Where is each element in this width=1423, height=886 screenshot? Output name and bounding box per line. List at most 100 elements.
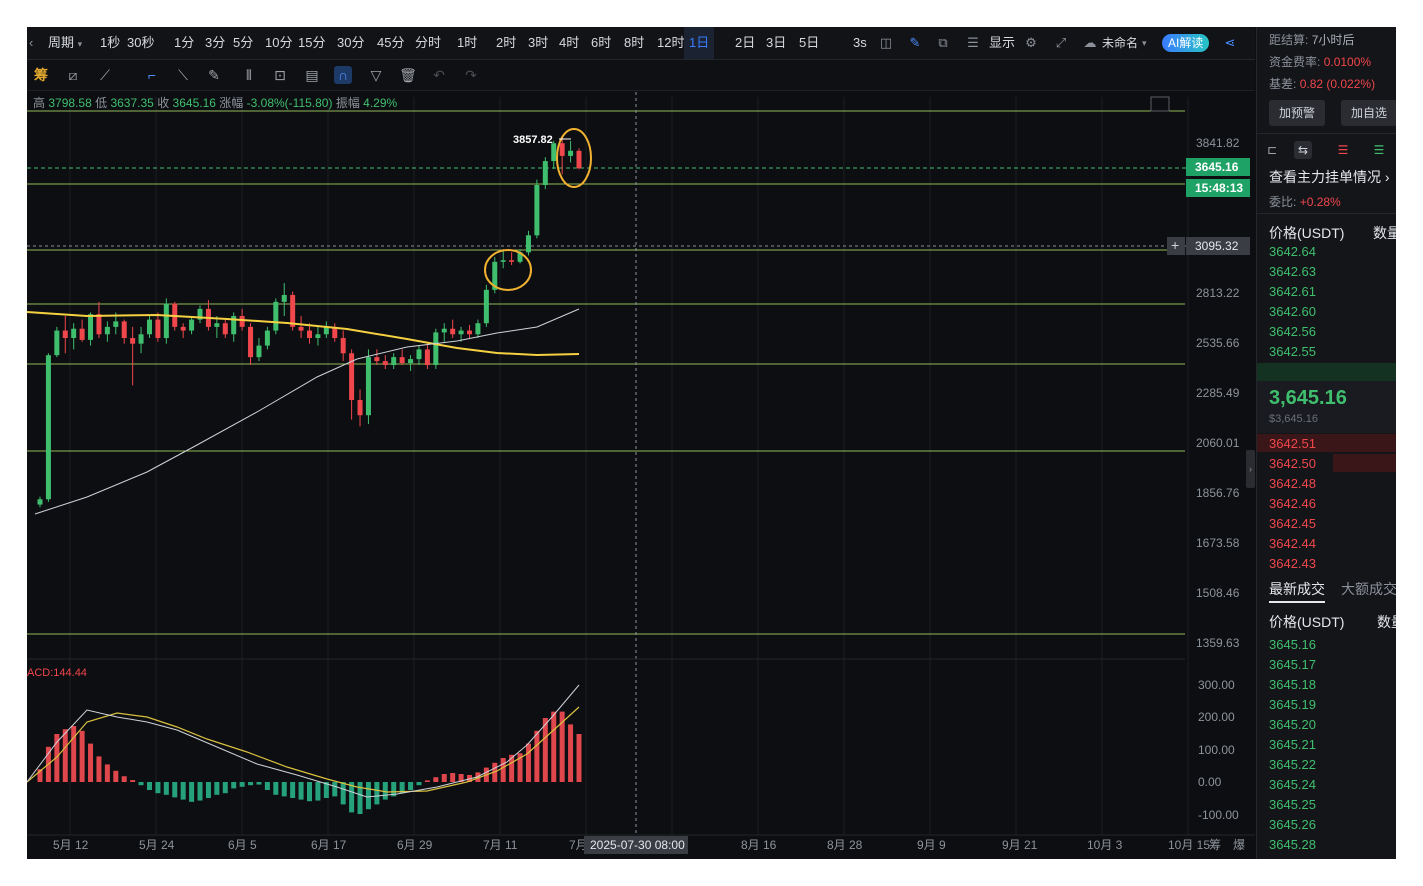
candle-body <box>559 143 565 156</box>
add-watchlist-button[interactable]: 加自选 <box>1341 100 1396 126</box>
candle-body <box>340 338 346 354</box>
orderbook-split-icon[interactable]: ⇆ <box>1294 141 1312 159</box>
depth-bar <box>1257 363 1396 381</box>
macd-bar <box>256 782 262 785</box>
macd-bar <box>172 782 178 798</box>
macd-bar <box>71 726 77 782</box>
high-label: 高 <box>33 96 46 110</box>
candle-body <box>239 316 245 327</box>
time-tick: 6月 5 <box>228 838 257 852</box>
ask-price[interactable]: 3642.48 <box>1269 476 1316 491</box>
macd-bar <box>163 782 169 795</box>
candle-body <box>189 319 195 331</box>
macd-bar <box>281 782 287 797</box>
price-tick: 3841.82 <box>1196 136 1240 150</box>
ma-white-line <box>34 308 580 515</box>
change-label: 涨幅 <box>219 96 244 110</box>
macd-bar <box>433 777 439 782</box>
last-price: 3,645.16 <box>1269 387 1347 409</box>
macd-bar <box>576 734 582 782</box>
countdown-value: 15:48:13 <box>1195 181 1243 195</box>
time-tick: 5月 24 <box>139 838 175 852</box>
price-chart[interactable]: 3857.82 3841.82 2813.22 2535.66 2285.49 2060.… <box>27 27 1255 859</box>
time-tick: 7月 11 <box>483 838 518 852</box>
candle-body <box>214 323 220 327</box>
change-value: -3.08%(-115.80) <box>246 96 333 110</box>
big-trades-tab[interactable]: 大额成交 <box>1341 579 1396 599</box>
time-tick: 9月 21 <box>1002 838 1038 852</box>
macd-bar <box>500 758 506 782</box>
crosshair-price-value: 3095.32 <box>1195 239 1239 253</box>
orderbook-qty-header: 数量 <box>1373 225 1396 241</box>
tab-indicator <box>1269 601 1325 603</box>
candle-body <box>542 161 548 186</box>
orderbook-asks-icon[interactable]: ☰ <box>1334 141 1352 159</box>
ask-price[interactable]: 3642.43 <box>1269 556 1316 571</box>
macd-bar <box>551 711 557 782</box>
bid-price[interactable]: 3642.56 <box>1269 324 1316 339</box>
candle-body <box>374 357 380 362</box>
bid-price[interactable]: 3642.61 <box>1269 284 1316 299</box>
bid-price[interactable]: 3642.60 <box>1269 304 1316 319</box>
candle-body <box>222 323 228 335</box>
latest-trades-tab[interactable]: 最新成交 <box>1269 579 1325 599</box>
candle-body <box>365 357 371 416</box>
fullscreen-chart-icon <box>1150 96 1170 112</box>
price-tick: 2285.49 <box>1196 386 1240 400</box>
price-tick: 1508.46 <box>1196 586 1240 600</box>
candle-body <box>130 338 136 344</box>
add-alert-button[interactable]: 加预警 <box>1269 100 1325 126</box>
macd-bar <box>568 724 574 782</box>
macd-bar <box>214 782 220 795</box>
candle-body <box>248 326 254 358</box>
ask-price[interactable]: 3642.46 <box>1269 496 1316 511</box>
macd-bar <box>138 782 144 786</box>
candle-body <box>104 326 110 335</box>
orderbook-bids-icon[interactable]: ☰ <box>1370 141 1388 159</box>
ask-price[interactable]: 3642.44 <box>1269 536 1316 551</box>
settle-value: 7小时后 <box>1311 33 1355 47</box>
candle-body <box>88 314 94 340</box>
bid-price[interactable]: 3642.55 <box>1269 344 1316 359</box>
close-label: 收 <box>157 96 170 110</box>
macd-bar <box>231 782 237 789</box>
candle-body <box>307 330 312 339</box>
macd-bar <box>180 782 186 800</box>
ask-price[interactable]: 3642.50 <box>1269 456 1316 471</box>
main-orders-title: 查看主力挂单情况 <box>1269 169 1381 185</box>
macd-bar <box>205 782 211 798</box>
candle-body <box>37 499 43 505</box>
candle-body <box>467 330 473 335</box>
orderbook-both-icon[interactable]: ⊏ <box>1263 141 1281 159</box>
macd-bar <box>307 782 312 802</box>
macd-bar <box>273 782 279 795</box>
candle-body <box>458 330 464 335</box>
candle-body <box>509 260 515 262</box>
basis-row: 基差: 0.82 (0.022%) <box>1269 75 1375 92</box>
bid-price[interactable]: 3642.64 <box>1269 244 1316 259</box>
time-axis-chip: 筹 <box>1209 838 1221 852</box>
price-tick: 2060.01 <box>1196 436 1240 450</box>
macd-bar <box>197 782 203 801</box>
candle-body <box>357 400 363 416</box>
candle-body <box>298 326 304 331</box>
candle-body <box>290 294 296 327</box>
candle-body <box>79 328 85 340</box>
settle-row: 距结算: 7小时后 <box>1269 31 1354 48</box>
trade-price: 3645.17 <box>1269 657 1316 672</box>
bid-price[interactable]: 3642.63 <box>1269 264 1316 279</box>
panel-toggle-handle[interactable]: › <box>1246 450 1255 488</box>
time-tick: 6月 17 <box>311 838 347 852</box>
ratio-row: 委比: +0.28% <box>1269 193 1341 210</box>
macd-bar <box>189 782 195 802</box>
time-axis-chip: 爆 <box>1233 838 1245 852</box>
candle-body <box>475 323 481 335</box>
candle-body <box>525 235 531 253</box>
ask-price[interactable]: 3642.51 <box>1269 436 1316 451</box>
main-orders-link[interactable]: 查看主力挂单情况 › <box>1269 167 1390 187</box>
macd-bar <box>534 730 540 782</box>
macd-bar <box>155 782 161 794</box>
macd-label: ACD:144.44 <box>27 667 87 679</box>
candle-body <box>281 294 287 302</box>
ask-price[interactable]: 3642.45 <box>1269 516 1316 531</box>
